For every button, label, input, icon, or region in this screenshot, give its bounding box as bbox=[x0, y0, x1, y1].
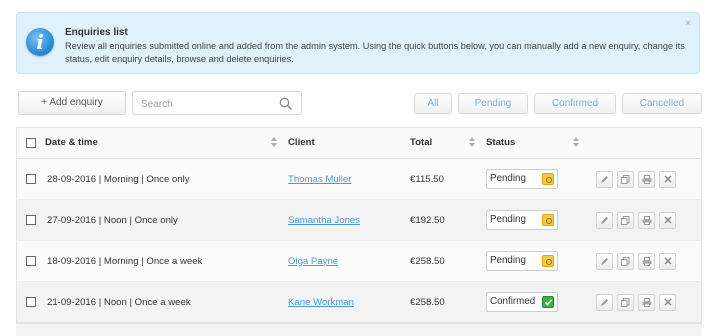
client-link[interactable]: Olga Payne bbox=[288, 256, 338, 267]
table-footer bbox=[16, 323, 702, 336]
status-select[interactable]: Confirmed bbox=[486, 292, 558, 312]
header-total[interactable]: Total bbox=[410, 137, 432, 148]
sort-icon[interactable] bbox=[468, 136, 476, 148]
print-icon bbox=[642, 174, 651, 184]
status-value: Pending bbox=[490, 255, 526, 266]
close-icon bbox=[663, 257, 672, 265]
print-icon bbox=[642, 215, 651, 225]
print-button[interactable] bbox=[638, 293, 655, 311]
row-date: 27-09-2016 | Noon | Once only bbox=[47, 214, 178, 226]
delete-button[interactable] bbox=[659, 293, 676, 311]
sort-icon[interactable] bbox=[270, 136, 278, 148]
pending-icon bbox=[542, 255, 554, 267]
info-description: Review all enquiries submitted online an… bbox=[65, 41, 685, 64]
info-notice: i Enquiries list Review all enquiries su… bbox=[16, 12, 700, 74]
delete-button[interactable] bbox=[659, 211, 676, 229]
status-value: Pending bbox=[490, 214, 526, 225]
info-title: Enquiries list bbox=[65, 27, 128, 38]
row-checkbox[interactable] bbox=[26, 174, 36, 184]
status-select[interactable]: Pending bbox=[486, 210, 558, 230]
search-icon[interactable] bbox=[279, 97, 293, 111]
edit-button[interactable] bbox=[596, 170, 613, 188]
copy-button[interactable] bbox=[617, 211, 634, 229]
row-total: €115.50 bbox=[410, 173, 444, 185]
sort-icon[interactable] bbox=[572, 136, 580, 148]
client-link[interactable]: Kane Workman bbox=[288, 297, 354, 308]
row-total: €258.50 bbox=[410, 255, 445, 267]
pencil-icon bbox=[601, 216, 608, 224]
pencil-icon bbox=[601, 298, 608, 306]
copy-button[interactable] bbox=[617, 252, 634, 270]
copy-icon bbox=[621, 297, 630, 307]
status-select[interactable]: Pending bbox=[486, 169, 558, 189]
enquiries-table: Date & time Client Total Status 28-09-20… bbox=[16, 127, 702, 323]
print-button[interactable] bbox=[638, 252, 655, 270]
close-icon bbox=[663, 216, 672, 224]
row-date: 18-09-2016 | Morning | Once a week bbox=[47, 255, 203, 267]
copy-icon bbox=[621, 174, 630, 184]
add-enquiry-button[interactable]: + Add enquiry bbox=[18, 91, 126, 115]
client-link[interactable]: Samantha Jones bbox=[288, 215, 360, 226]
header-date[interactable]: Date & time bbox=[45, 137, 98, 148]
header-client: Client bbox=[288, 137, 315, 148]
delete-button[interactable] bbox=[659, 170, 676, 188]
close-icon bbox=[663, 175, 672, 183]
copy-icon bbox=[621, 256, 630, 266]
row-date: 28-09-2016 | Morning | Once only bbox=[47, 173, 190, 185]
header-status[interactable]: Status bbox=[486, 137, 515, 148]
table-row: 21-09-2016 | Noon | Once a week Kane Wor… bbox=[16, 281, 702, 323]
client-link[interactable]: Thomas Muller bbox=[288, 174, 351, 185]
status-value: Pending bbox=[490, 173, 526, 184]
row-total: €258.50 bbox=[410, 296, 445, 308]
pencil-icon bbox=[601, 257, 608, 265]
filter-pending-button[interactable]: Pending bbox=[458, 93, 528, 114]
table-row: 27-09-2016 | Noon | Once only Samantha J… bbox=[16, 199, 702, 241]
status-select[interactable]: Pending bbox=[486, 251, 558, 271]
table-header-row: Date & time Client Total Status bbox=[16, 127, 702, 159]
search-box[interactable] bbox=[132, 91, 302, 115]
status-value: Confirmed bbox=[490, 296, 536, 307]
copy-icon bbox=[621, 215, 630, 225]
select-all-checkbox[interactable] bbox=[26, 138, 36, 148]
close-icon bbox=[663, 298, 672, 306]
filter-confirmed-button[interactable]: Confirmed bbox=[534, 93, 616, 114]
copy-button[interactable] bbox=[617, 170, 634, 188]
edit-button[interactable] bbox=[596, 293, 613, 311]
row-date: 21-09-2016 | Noon | Once a week bbox=[47, 296, 191, 308]
print-button[interactable] bbox=[638, 211, 655, 229]
row-checkbox[interactable] bbox=[26, 256, 36, 266]
delete-button[interactable] bbox=[659, 252, 676, 270]
filter-all-button[interactable]: All bbox=[414, 93, 452, 114]
print-icon bbox=[642, 256, 651, 266]
table-row: 18-09-2016 | Morning | Once a week Olga … bbox=[16, 240, 702, 282]
close-icon[interactable]: × bbox=[685, 18, 691, 29]
pending-icon bbox=[542, 214, 554, 226]
table-row: 28-09-2016 | Morning | Once only Thomas … bbox=[16, 158, 702, 200]
info-icon: i bbox=[26, 28, 54, 56]
filter-cancelled-button[interactable]: Cancelled bbox=[622, 93, 702, 114]
row-total: €192.50 bbox=[410, 214, 445, 226]
copy-button[interactable] bbox=[617, 293, 634, 311]
edit-button[interactable] bbox=[596, 252, 613, 270]
checkmark-icon bbox=[542, 296, 554, 308]
edit-button[interactable] bbox=[596, 211, 613, 229]
print-button[interactable] bbox=[638, 170, 655, 188]
row-checkbox[interactable] bbox=[26, 297, 36, 307]
pencil-icon bbox=[601, 175, 608, 183]
pending-icon bbox=[542, 173, 554, 185]
print-icon bbox=[642, 297, 651, 307]
row-checkbox[interactable] bbox=[26, 215, 36, 225]
search-input[interactable] bbox=[139, 95, 273, 113]
